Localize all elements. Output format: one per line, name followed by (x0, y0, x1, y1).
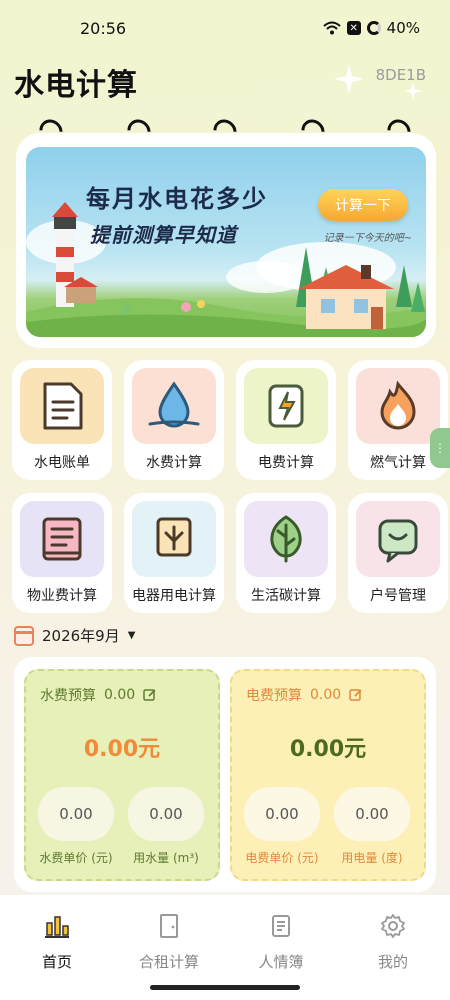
tile-label: 电器用电计算 (132, 588, 216, 604)
water-budget-value: 0.00 (104, 687, 136, 703)
edit-icon[interactable] (349, 688, 363, 702)
status-icons: ✕ 40% (322, 19, 420, 37)
water-amount: 0.00元 (83, 737, 161, 762)
tile-label: 户号管理 (370, 588, 426, 604)
electric-usage-field[interactable]: 0.00 (334, 787, 410, 841)
bill-document-icon (20, 368, 104, 444)
caret-down-icon: ▼ (127, 630, 136, 641)
tile-label: 电费计算 (258, 455, 314, 471)
nav-label: 我的 (377, 953, 408, 971)
status-bar: 20:56 ✕ 40% (0, 0, 450, 56)
water-usage-label: 用水量 (m³) (133, 851, 199, 865)
battery-level: 40% (386, 19, 420, 37)
binder-ring-icon (208, 114, 242, 148)
electric-usage-label: 用电量 (度) (341, 851, 403, 865)
tile-label: 水费计算 (146, 455, 202, 471)
electric-unit-price-field[interactable]: 0.00 (244, 787, 320, 841)
water-budget-card[interactable]: 水费预算 0.00 0.00元 0.00 0.00 水费单价 (元) 用水量 (… (24, 669, 220, 881)
nav-shared-rent[interactable]: 合租计算 (124, 913, 214, 972)
edit-icon[interactable] (143, 688, 157, 702)
flame-icon (356, 368, 440, 444)
water-unit-price-label: 水费单价 (元) (39, 851, 113, 865)
tile-label: 水电账单 (34, 455, 90, 471)
nav-label: 首页 (41, 953, 72, 971)
electric-budget-header[interactable]: 电费预算 0.00 (246, 685, 363, 705)
gear-icon (381, 914, 405, 938)
battery-lightning-icon (244, 368, 328, 444)
nav-label: 人情簿 (258, 953, 304, 971)
tile-account-manage[interactable]: 户号管理 (348, 493, 448, 613)
electric-unit-price-label: 电费单价 (元) (245, 851, 319, 865)
electric-amount: 0.00元 (289, 737, 367, 762)
binder-ring-icon (382, 114, 416, 148)
notebook-icon (272, 915, 290, 937)
electric-budget-card[interactable]: 电费预算 0.00 0.00元 0.00 0.00 电费单价 (元) 用电量 (… (230, 669, 426, 881)
electric-budget-title: 电费预算 (246, 688, 302, 704)
door-icon (160, 914, 178, 938)
battery-ring-icon (366, 21, 381, 35)
leaf-icon (244, 501, 328, 577)
water-drop-icon (132, 368, 216, 444)
status-time: 20:56 (80, 19, 127, 38)
tile-utility-bill[interactable]: 水电账单 (12, 360, 112, 480)
tile-label: 生活碳计算 (251, 588, 321, 604)
electric-budget-value: 0.00 (310, 687, 342, 703)
tile-label: 物业费计算 (27, 588, 97, 604)
appliance-plug-icon (132, 501, 216, 577)
calculate-button[interactable]: 计算一下 (318, 189, 408, 221)
banner-note: 记录一下今天的吧~ (323, 233, 412, 244)
sparkle-icon (334, 64, 364, 94)
tile-electric-calc[interactable]: 电费计算 (236, 360, 336, 480)
banner-card: 每月水电花多少 提前测算早知道 计算一下 记录一下今天的吧~ (16, 114, 436, 348)
home-indicator (150, 985, 300, 990)
water-budget-header[interactable]: 水费预算 0.00 (40, 685, 157, 705)
sparkle-icon (404, 82, 422, 100)
floating-side-tab[interactable]: ⋮ (430, 428, 450, 468)
bar-chart-icon (45, 916, 69, 938)
water-usage-field[interactable]: 0.00 (128, 787, 204, 841)
notebook-icon (20, 501, 104, 577)
nav-profile[interactable]: 我的 (348, 913, 438, 972)
notification-icon: ✕ (346, 21, 361, 35)
chat-card-icon (356, 501, 440, 577)
wifi-icon (322, 21, 341, 35)
tile-carbon-calc[interactable]: 生活碳计算 (236, 493, 336, 613)
water-unit-price-field[interactable]: 0.00 (38, 787, 114, 841)
budget-section: 水费预算 0.00 0.00元 0.00 0.00 水费单价 (元) 用水量 (… (14, 657, 436, 892)
calendar-icon (14, 625, 34, 646)
tile-appliance-calc[interactable]: 电器用电计算 (124, 493, 224, 613)
month-label: 2026年9月 (42, 627, 120, 645)
binder-ring-icon (122, 114, 156, 148)
binder-ring-icon (34, 114, 68, 148)
nav-home[interactable]: 首页 (12, 913, 102, 972)
binder-ring-icon (296, 114, 330, 148)
tile-water-calc[interactable]: 水费计算 (124, 360, 224, 480)
promo-banner[interactable]: 每月水电花多少 提前测算早知道 计算一下 记录一下今天的吧~ (26, 147, 426, 337)
water-budget-title: 水费预算 (40, 688, 96, 704)
nav-label: 合租计算 (138, 953, 199, 971)
nav-gift-book[interactable]: 人情簿 (236, 913, 326, 972)
page-title: 水电计算 (14, 68, 138, 103)
month-selector[interactable]: 2026年9月 ▼ (14, 625, 135, 646)
banner-title: 每月水电花多少 (86, 185, 268, 213)
banner-subtitle: 提前测算早知道 (90, 223, 237, 247)
tile-property-fee-calc[interactable]: 物业费计算 (12, 493, 112, 613)
